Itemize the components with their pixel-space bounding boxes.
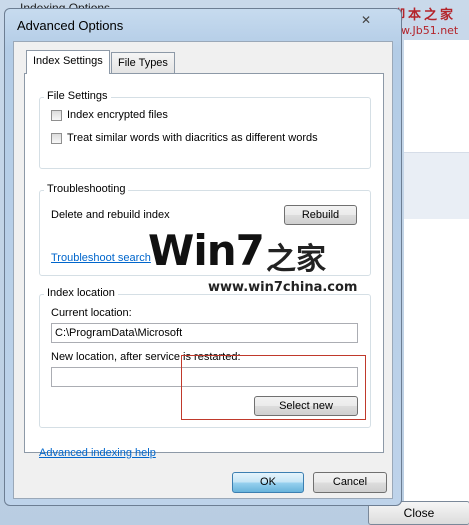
diacritics-checkbox[interactable] [51,133,62,144]
file-settings-group: File Settings Index encrypted files Trea… [39,90,371,169]
watermark-cn-text: 之家 [266,242,326,277]
rebuild-description: Delete and rebuild index [51,209,170,221]
parent-window-band [404,152,469,219]
cancel-button[interactable]: Cancel [313,472,387,493]
index-encrypted-label[interactable]: Index encrypted files [67,109,168,121]
watermark-logo: Win7 之家 www.win7china.com [148,226,357,296]
watermark-big-text: Win7 [148,226,265,275]
index-encrypted-checkbox[interactable] [51,110,62,121]
watermark-url: www.win7china.com [208,280,358,295]
tab-index-settings[interactable]: Index Settings [26,50,110,74]
dialog-title: Advanced Options [17,18,124,33]
rebuild-button[interactable]: Rebuild [284,205,357,225]
troubleshooting-legend: Troubleshooting [44,183,129,195]
index-location-legend: Index location [44,287,118,299]
close-icon[interactable]: ✕ [361,13,371,27]
parent-window-content [404,40,469,525]
tab-file-types[interactable]: File Types [111,52,175,73]
ok-button[interactable]: OK [232,472,304,493]
troubleshoot-search-link[interactable]: Troubleshoot search [51,252,151,264]
advanced-indexing-help-link[interactable]: Advanced indexing help [39,447,156,459]
file-settings-legend: File Settings [44,90,111,102]
current-location-field[interactable]: C:\ProgramData\Microsoft [51,323,358,343]
highlight-annotation [181,355,366,420]
diacritics-label[interactable]: Treat similar words with diacritics as d… [67,132,318,144]
current-location-label: Current location: [51,307,132,319]
